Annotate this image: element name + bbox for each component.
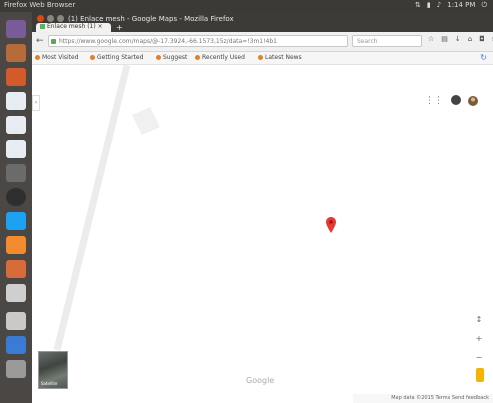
map-footer[interactable]: Map data ©2015 Terms Send feedback <box>353 394 493 403</box>
bookmark-recently-used[interactable]: Recently Used <box>195 54 245 61</box>
status-area: ⇅ ▮ ♪ 1:14 PM ⏻ <box>415 1 487 10</box>
network-icon[interactable]: ⇅ <box>415 1 421 10</box>
workspace-icon[interactable] <box>6 336 26 354</box>
window-titlebar: (1) Enlace mesh - Google Maps - Mozilla … <box>32 12 493 32</box>
app-icon[interactable] <box>6 284 26 302</box>
bookmark-suggest[interactable]: Suggest <box>156 54 187 61</box>
back-button[interactable]: ← <box>36 36 44 46</box>
files-icon[interactable] <box>6 44 26 62</box>
pocket-icon[interactable]: ◘ <box>479 35 485 43</box>
side-panel-toggle[interactable]: › <box>32 95 40 111</box>
reload-icon[interactable]: ↻ <box>480 53 487 62</box>
maximize-window-button[interactable] <box>57 15 64 22</box>
downloads-icon[interactable]: ↓ <box>455 35 461 43</box>
trash-icon[interactable] <box>6 360 26 378</box>
satellite-toggle[interactable]: Satellite <box>38 351 68 389</box>
zoom-in-button[interactable]: + <box>476 334 483 343</box>
url-bar[interactable]: https://www.google.com/maps/@-17.3924,-6… <box>48 35 348 47</box>
street-view-pegman-icon[interactable] <box>476 368 484 382</box>
calc-icon[interactable] <box>6 116 26 134</box>
google-logo: Google <box>246 376 275 385</box>
map-canvas[interactable]: › ⋮⋮ Satellite ↕ + − Google Map data ©20… <box>32 65 493 403</box>
account-avatar-icon[interactable] <box>467 95 479 107</box>
navigation-toolbar: ← https://www.google.com/maps/@-17.3924,… <box>32 32 493 52</box>
zoom-controls: ↕ + − <box>473 315 485 362</box>
window-controls <box>37 15 64 22</box>
bookmarks-toolbar: Most Visited Getting Started Suggest Rec… <box>32 52 493 65</box>
tab-active[interactable]: Enlace mesh (1) × <box>36 23 111 32</box>
home-icon[interactable]: ⌂ <box>468 35 472 43</box>
window-title: (1) Enlace mesh - Google Maps - Mozilla … <box>68 15 234 23</box>
printer-icon[interactable] <box>6 164 26 182</box>
map-pin-icon[interactable] <box>326 217 336 233</box>
firefox-icon[interactable] <box>6 68 26 86</box>
notifications-icon[interactable] <box>451 95 461 105</box>
impress-icon[interactable] <box>6 140 26 158</box>
thunderbird-icon[interactable] <box>6 260 26 278</box>
tab-label: Enlace mesh (1) × <box>47 23 103 30</box>
bookmark-star-icon[interactable]: ☆ <box>428 35 434 43</box>
compass-icon[interactable]: ↕ <box>476 315 483 324</box>
zoom-out-button[interactable]: − <box>476 353 483 362</box>
building-shape <box>132 107 160 135</box>
battery-icon[interactable]: ▮ <box>427 1 431 10</box>
inkscape-icon[interactable] <box>6 312 26 330</box>
bookmark-icon <box>156 55 161 60</box>
twitter-icon[interactable] <box>6 212 26 230</box>
bookmark-icon <box>195 55 200 60</box>
apps-grid-icon[interactable]: ⋮⋮ <box>425 96 443 106</box>
bookmark-icon <box>35 55 40 60</box>
bookmark-latest-news[interactable]: Latest News <box>258 54 302 61</box>
software-center-icon[interactable] <box>6 236 26 254</box>
bookmark-icon <box>90 55 95 60</box>
settings-icon[interactable] <box>6 188 26 206</box>
toolbar-buttons: ☆ ▤ ↓ ⌂ ◘ ≡ <box>428 35 493 43</box>
minimize-window-button[interactable] <box>47 15 54 22</box>
dash-icon[interactable] <box>6 20 26 38</box>
map-roads <box>53 65 160 351</box>
tab-favicon-icon <box>40 24 45 29</box>
road-line <box>53 65 131 351</box>
new-tab-button[interactable]: + <box>116 23 123 32</box>
volume-icon[interactable]: ♪ <box>437 1 441 10</box>
search-box[interactable]: Search <box>352 35 422 47</box>
writer-icon[interactable] <box>6 92 26 110</box>
close-window-button[interactable] <box>37 15 44 22</box>
active-app-name: Firefox Web Browser <box>4 1 76 9</box>
bookmark-getting-started[interactable]: Getting Started <box>90 54 143 61</box>
bookmark-most-visited[interactable]: Most Visited <box>35 54 79 61</box>
power-icon[interactable]: ⏻ <box>481 1 487 10</box>
clock[interactable]: 1:14 PM <box>447 1 475 10</box>
satellite-label: Satellite <box>41 381 58 386</box>
unity-launcher <box>0 12 32 403</box>
site-identity-icon[interactable] <box>51 39 56 44</box>
bookmarks-menu-icon[interactable]: ▤ <box>441 35 448 43</box>
system-top-panel: Firefox Web Browser ⇅ ▮ ♪ 1:14 PM ⏻ <box>0 0 493 12</box>
bookmark-icon <box>258 55 263 60</box>
